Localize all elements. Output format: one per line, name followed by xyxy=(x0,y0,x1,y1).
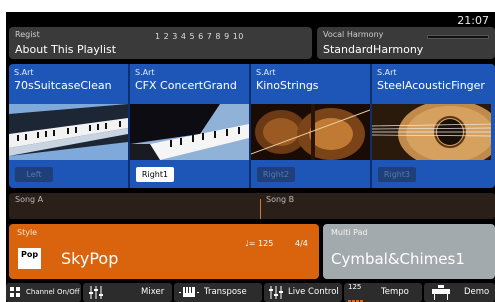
transpose-keyboard-icon xyxy=(179,286,199,302)
clock: 21:07 xyxy=(457,14,489,27)
voice-tag: S.Art xyxy=(135,68,155,77)
style-panel[interactable]: Style ♩= 125 4/4 Pop SkyPop xyxy=(9,224,319,279)
tempo-beat-dots-icon xyxy=(348,296,364,302)
vocal-harmony-panel[interactable]: Vocal Harmony StandardHarmony xyxy=(317,27,495,59)
regist-numbers[interactable]: 1 2 3 4 5 6 7 8 9 10 xyxy=(155,32,244,41)
transpose-button[interactable]: Transpose xyxy=(174,283,262,302)
style-name: SkyPop xyxy=(61,249,119,268)
demo-keyboard-icon xyxy=(431,285,451,302)
demo-label: Demo xyxy=(464,287,490,297)
live-control-label: Live Control xyxy=(288,287,339,297)
voice-right3[interactable]: S.Art SteelAcousticFinger Right3 xyxy=(372,64,491,188)
screen: 21:07 Regist 1 2 3 4 5 6 7 8 9 10 About … xyxy=(0,0,495,302)
voice-name: 70sSuitcaseClean xyxy=(14,79,112,92)
vocal-level-meter xyxy=(427,35,489,39)
channel-on-off-label: Channel On/Off xyxy=(26,288,80,296)
voice-right1[interactable]: S.Art CFX ConcertGrand Right1 xyxy=(130,64,249,188)
part-right1-button[interactable]: Right1 xyxy=(136,167,174,182)
multipad-label: Multi Pad xyxy=(331,228,368,237)
song-panel: Song A Song B xyxy=(9,193,495,219)
song-divider xyxy=(260,199,261,219)
channel-on-off-button[interactable]: Channel On/Off xyxy=(6,283,81,302)
regist-label: Regist xyxy=(15,30,40,39)
display: 21:07 Regist 1 2 3 4 5 6 7 8 9 10 About … xyxy=(6,12,495,302)
voice-parts-panel: S.Art 70sSuitcaseClean Left S.Art CFX Co… xyxy=(9,64,495,188)
tempo-value: 125 xyxy=(348,283,362,291)
violin-image xyxy=(251,104,370,160)
electric-piano-image xyxy=(9,104,128,160)
part-right3-button[interactable]: Right3 xyxy=(378,167,416,182)
registration-panel[interactable]: Regist 1 2 3 4 5 6 7 8 9 10 About This P… xyxy=(9,27,312,59)
voice-tag: S.Art xyxy=(14,68,34,77)
multipad-name: Cymbal&Chimes1 xyxy=(331,250,465,268)
vocal-harmony-label: Vocal Harmony xyxy=(323,30,384,39)
part-left-button[interactable]: Left xyxy=(15,167,53,182)
vocal-harmony-name: StandardHarmony xyxy=(323,43,424,56)
style-beat: 4/4 xyxy=(295,239,308,248)
mixer-label: Mixer xyxy=(141,287,165,297)
style-label: Style xyxy=(17,228,38,237)
voice-name: CFX ConcertGrand xyxy=(135,79,237,92)
tempo-button[interactable]: 125 Tempo xyxy=(344,283,422,302)
voice-tag: S.Art xyxy=(256,68,276,77)
tempo-label: Tempo xyxy=(381,287,409,297)
style-tempo: ♩= 125 xyxy=(245,239,274,248)
voice-name: KinoStrings xyxy=(256,79,319,92)
channel-grid-icon xyxy=(10,286,21,301)
style-category-icon: Pop xyxy=(18,248,41,269)
mixer-sliders-icon xyxy=(89,286,105,302)
bottom-function-bar: Channel On/Off Mixer Transpose Live Cont… xyxy=(6,283,495,302)
part-right2-button[interactable]: Right2 xyxy=(257,167,295,182)
mixer-button[interactable]: Mixer xyxy=(83,283,172,302)
song-b-label[interactable]: Song B xyxy=(266,195,294,204)
acoustic-guitar-image xyxy=(372,104,491,160)
demo-button[interactable]: Demo xyxy=(424,283,495,302)
regist-name: About This Playlist xyxy=(15,43,117,56)
live-control-knob-icon xyxy=(269,286,283,302)
song-a-label[interactable]: Song A xyxy=(15,195,43,204)
voice-name: SteelAcousticFinger xyxy=(377,79,485,92)
transpose-label: Transpose xyxy=(204,287,247,297)
voice-tag: S.Art xyxy=(377,68,397,77)
grand-piano-image xyxy=(130,104,249,160)
multipad-panel[interactable]: Multi Pad Cymbal&Chimes1 xyxy=(323,224,495,279)
voice-right2[interactable]: S.Art KinoStrings Right2 xyxy=(251,64,370,188)
live-control-button[interactable]: Live Control xyxy=(264,283,342,302)
voice-left[interactable]: S.Art 70sSuitcaseClean Left xyxy=(9,64,128,188)
